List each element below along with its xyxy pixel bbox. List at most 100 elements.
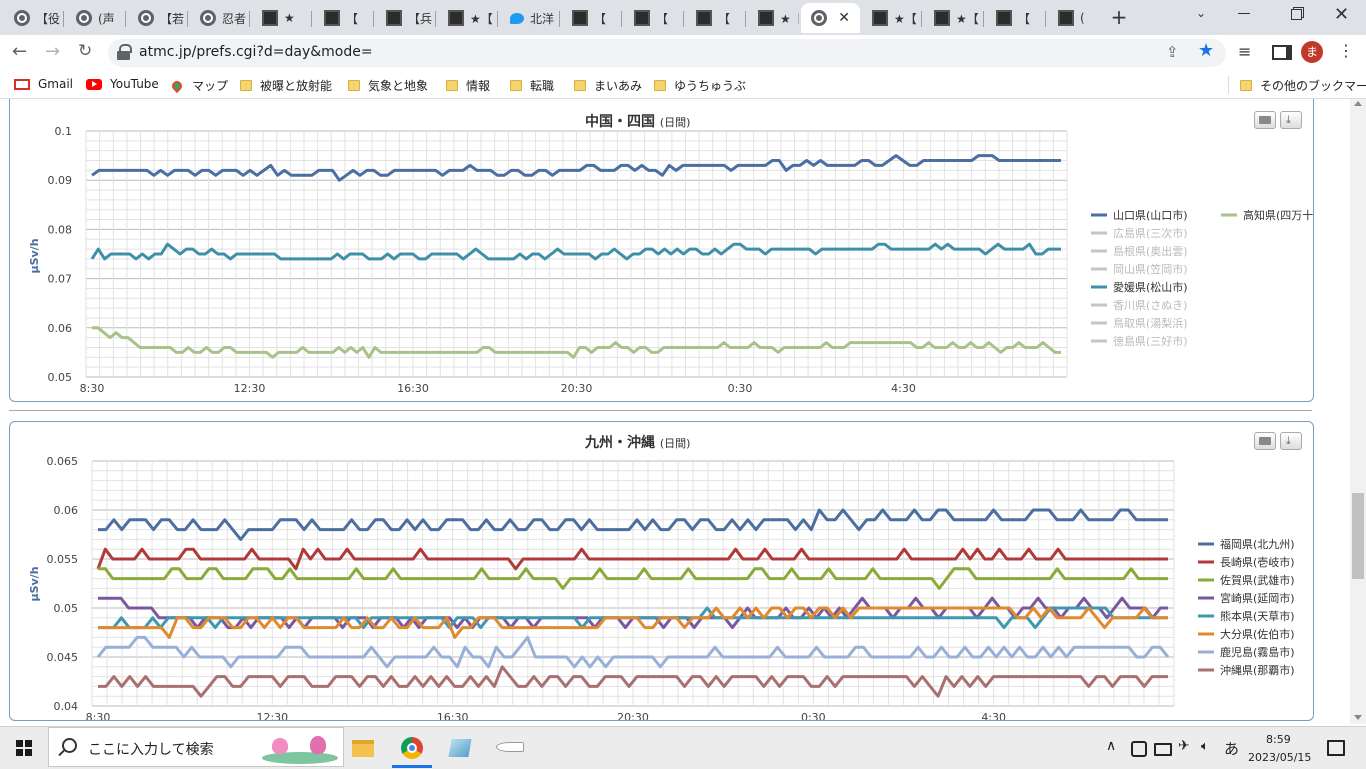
bookmark-gmail[interactable]: Gmail (14, 77, 73, 91)
browser-tab[interactable]: ✕ (801, 3, 860, 33)
other-bookmarks-folder[interactable]: その他のブックマーク (1240, 77, 1366, 94)
browser-tab[interactable]: 【 (624, 3, 684, 33)
minimize-button[interactable] (1238, 13, 1250, 14)
legend-item[interactable]: 佐賀県(武雄市) (1220, 573, 1295, 587)
site-icon (262, 10, 278, 26)
tab-search-icon[interactable]: ⌄ (1196, 6, 1214, 24)
legend-item[interactable]: 愛媛県(松山市) (1113, 280, 1188, 294)
bookmark-folder-maiami[interactable]: まいあみ (574, 77, 642, 94)
reading-list-icon[interactable]: ≡ (1238, 42, 1251, 61)
bookmark-label: マップ (192, 79, 229, 93)
tab-title: 【役 (36, 11, 61, 26)
legend-item[interactable]: 広島県(三次市) (1113, 226, 1188, 240)
browser-tab[interactable]: ★【 (438, 3, 498, 33)
menu-icon[interactable]: ⋮ (1338, 41, 1354, 60)
bookmark-youtube[interactable]: YouTube (86, 77, 159, 91)
ime-indicator[interactable]: あ (1224, 738, 1239, 759)
notification-icon[interactable] (1327, 740, 1345, 756)
clock-time[interactable]: 8:59 (1266, 733, 1291, 746)
bookmark-label: Gmail (38, 77, 74, 91)
profile-avatar[interactable]: ま (1301, 41, 1323, 63)
share-icon[interactable]: ⇪ (1166, 43, 1179, 61)
site-icon (1058, 10, 1074, 26)
legend-item[interactable]: 宮崎県(延岡市) (1220, 591, 1295, 605)
battery-icon (1154, 743, 1172, 756)
bookmark-star-icon[interactable]: ★ (1198, 40, 1214, 61)
lock-body (117, 51, 130, 60)
browser-tab[interactable]: 北洋 (500, 3, 560, 33)
browser-tab[interactable]: ★【 (862, 3, 922, 33)
bookmark-folder-kisho[interactable]: 気象と地象 (348, 77, 428, 94)
file-explorer-icon[interactable] (352, 740, 374, 757)
browser-tab[interactable]: 【役 (4, 3, 64, 33)
browser-tab[interactable]: 【 (314, 3, 374, 33)
windows-logo-icon (16, 740, 23, 747)
app-icon[interactable] (448, 739, 472, 757)
page-scrollbar[interactable] (1350, 99, 1366, 724)
legend-item[interactable]: 鹿児島(霧島市) (1220, 645, 1295, 659)
tray-chevron-icon[interactable]: ∧ (1106, 738, 1116, 754)
camera-tray-icon[interactable] (1131, 741, 1147, 757)
new-tab-button[interactable]: + (1108, 6, 1130, 28)
browser-tab[interactable]: ★ (252, 3, 312, 33)
legend-item[interactable]: 島根県(奥出雲) (1113, 244, 1188, 258)
x-tick-label: 8:30 (86, 711, 111, 720)
legend-item[interactable]: 福岡県(北九州) (1220, 537, 1295, 551)
y-tick-label: 0.09 (48, 174, 73, 187)
y-tick-label: 0.06 (48, 322, 73, 335)
browser-tab[interactable]: 【 (686, 3, 746, 33)
browser-tab[interactable]: ( (1048, 3, 1108, 33)
site-icon (758, 10, 774, 26)
bookmark-label: 転職 (530, 79, 555, 93)
side-panel-icon[interactable] (1272, 45, 1292, 60)
legend-item[interactable]: 高知県(四万十) (1243, 208, 1313, 222)
chart-svg: 0.1 0.09 0.08 0.07 0.06 0.05 µSv/h 8:30 12:30 16:… (28, 125, 1313, 395)
legend-item[interactable]: 山口県(山口市) (1113, 208, 1188, 222)
legend-item[interactable]: 香川県(さぬき) (1113, 299, 1187, 312)
bookmark-label: まいあみ (594, 79, 643, 93)
legend-item[interactable]: 大分県(佐伯市) (1220, 627, 1295, 641)
forward-icon[interactable]: → (45, 41, 60, 62)
gmail-icon (14, 78, 30, 90)
browser-tab[interactable]: ★【 (748, 3, 799, 33)
legend-item[interactable]: 沖縄県(那覇市) (1220, 663, 1295, 677)
browser-tab[interactable]: ★【 (924, 3, 984, 33)
bookmark-folder-joho[interactable]: 情報 (446, 77, 490, 94)
scroll-up-arrow[interactable] (1354, 101, 1362, 106)
bookmark-folder-youtube[interactable]: ゆうちゅうぶ (654, 77, 746, 94)
scrollbar-thumb[interactable] (1352, 493, 1364, 579)
chrome-icon[interactable] (401, 737, 423, 759)
legend-item[interactable]: 岡山県(笠岡市) (1113, 262, 1188, 276)
volume-icon[interactable]: 🔈︎ (1201, 739, 1209, 754)
legend-item[interactable]: 徳島県(三好市) (1113, 334, 1188, 348)
browser-tab[interactable]: (声 (66, 3, 126, 33)
tab-title: 【 (1018, 11, 1031, 26)
browser-tab[interactable]: 【 (562, 3, 622, 33)
close-tab-icon[interactable]: ✕ (838, 10, 850, 26)
bookmark-folder-hibaku[interactable]: 被曝と放射能 (240, 77, 332, 94)
bookmark-folder-tenshoku[interactable]: 転職 (510, 77, 554, 94)
airplane-mode-icon[interactable]: ✈ (1178, 738, 1190, 754)
browser-tab[interactable]: 【若 (128, 3, 188, 33)
scroll-down-arrow[interactable] (1354, 715, 1362, 720)
y-tick-label: 0.05 (48, 371, 73, 384)
start-button[interactable] (16, 740, 32, 756)
folder-icon (446, 80, 458, 91)
bookmark-maps[interactable]: マップ (169, 77, 229, 94)
browser-tab[interactable]: 【兵 (376, 3, 436, 33)
browser-tab[interactable]: 忍者 (190, 3, 250, 33)
legend-item[interactable]: 鳥取県(湯梨浜) (1113, 316, 1188, 330)
y-axis-title: µSv/h (28, 566, 41, 601)
browser-tab[interactable]: 【 (986, 3, 1046, 33)
back-icon[interactable]: ← (12, 41, 27, 62)
url-text[interactable]: atmc.jp/prefs.cgi?d=day&mode= (139, 44, 373, 60)
close-window-button[interactable]: ✕ (1334, 4, 1349, 25)
reload-icon[interactable]: ↻ (78, 41, 92, 61)
clock-date[interactable]: 2023/05/15 (1248, 751, 1311, 764)
legend-item[interactable]: 熊本県(天草市) (1220, 609, 1295, 623)
legend-item[interactable]: 長崎県(壱岐市) (1220, 555, 1295, 569)
airplane-app-icon[interactable] (496, 742, 524, 752)
maximize-button[interactable] (1291, 9, 1302, 20)
y-tick-label: 0.04 (54, 700, 79, 713)
y-axis-title: µSv/h (28, 238, 41, 273)
